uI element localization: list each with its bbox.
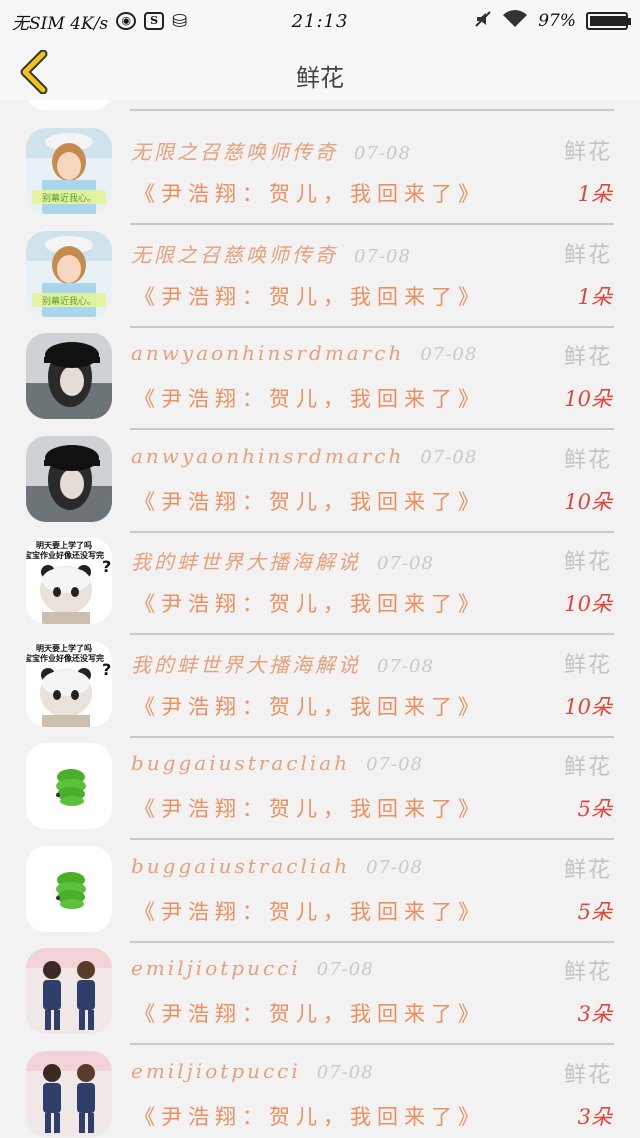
date-text: 07-08 [420, 344, 478, 365]
list-item[interactable]: 别幕近我心。 无限之召慈唤师传奇 07-08 鲜花 《尹浩翔：贺儿，我回来了》 1… [0, 215, 640, 328]
sender-line[interactable]: 无限之召慈唤师传奇 07-08 [131, 239, 411, 268]
sender-name[interactable]: emiljiotpucci [131, 956, 301, 980]
gift-label: 鲜花 [563, 1062, 612, 1088]
svg-text:明天要上学了吗: 明天要上学了吗 [36, 540, 92, 550]
sender-name[interactable]: anwyaonhinsrdmarch [131, 341, 404, 365]
couple-avatar[interactable] [26, 1050, 112, 1137]
list-item[interactable]: buggaiustracliah 07-08 鲜花 《尹浩翔：贺儿，我回来了》 5… [0, 727, 640, 840]
sender-name[interactable]: anwyaonhinsrdmarch [131, 444, 404, 468]
black-cap-avatar[interactable] [26, 333, 112, 419]
svg-text:宝宝作业好像还没写完: 宝宝作业好像还没写完 [26, 550, 104, 560]
message-text: 《尹浩翔：贺儿，我回来了》 [134, 694, 485, 719]
clock: 21:13 [291, 11, 349, 32]
gift-label: 鲜花 [563, 550, 612, 575]
sender-name[interactable]: 无限之召慈唤师传奇 [131, 140, 338, 164]
list-item[interactable]: buggaiustracliah 07-08 鲜花 《尹浩翔：贺儿，我回来了》 5… [0, 830, 640, 943]
gift-label: 鲜花 [563, 345, 612, 370]
date-text: 07-08 [354, 245, 411, 267]
date-text: 07-08 [420, 446, 478, 468]
list-item[interactable]: anwyaonhinsrdmarch 07-08 鲜花 《尹浩翔：贺儿，我回来了》… [0, 420, 640, 533]
gift-label: 鲜花 [563, 755, 612, 780]
svg-text:别幕近我心。: 别幕近我心。 [42, 192, 96, 204]
gift-label: 鲜花 [563, 652, 612, 678]
previous-row-partial [0, 100, 640, 112]
battery-fill [590, 16, 627, 26]
header: 鲜花 [0, 42, 640, 100]
gift-label: 鲜花 [563, 242, 612, 268]
date-text: 07-08 [354, 143, 411, 164]
message-text: 《尹浩翔：贺儿，我回来了》 [134, 284, 485, 309]
green-worm-avatar[interactable] [26, 845, 112, 932]
date-text: 07-08 [316, 1061, 374, 1083]
quantity-text: 10朵 [564, 387, 612, 411]
sender-line[interactable]: buggaiustracliah 07-08 [131, 854, 423, 878]
black-cap-avatar[interactable] [26, 435, 112, 522]
sender-line[interactable]: emiljiotpucci 07-08 [131, 956, 374, 980]
girl-cap-avatar[interactable]: 别幕近我心。 [26, 230, 112, 317]
message-text: 《尹浩翔：贺儿，我回来了》 [134, 899, 485, 924]
date-text: 07-08 [366, 856, 423, 878]
message-text: 《尹浩翔：贺儿，我回来了》 [134, 592, 485, 616]
quantity-text: 10朵 [564, 592, 612, 616]
sender-name[interactable]: buggaiustracliah [131, 751, 350, 775]
quantity-text: 5朵 [577, 899, 612, 924]
sender-line[interactable]: 我的蚌世界大播海解说 07-08 [131, 649, 434, 678]
quantity-text: 1朵 [577, 182, 612, 206]
sender-name[interactable]: buggaiustracliah [131, 854, 350, 878]
panda-meme-avatar[interactable]: 明天要上学了吗 宝宝作业好像还没写完 ? [26, 538, 112, 624]
gift-record-list[interactable]: 别幕近我心。 无限之召慈唤师传奇 07-08 鲜花 《尹浩翔：贺儿，我回来了》 1… [0, 100, 640, 1138]
list-item[interactable]: 明天要上学了吗 宝宝作业好像还没写完 ? 我的蚌世界大播海解说 07-08 鲜花 … [0, 522, 640, 635]
status-bar: 无SIM 4K/s ◉ S ⛁ 21:13 97% [0, 0, 640, 42]
sender-line[interactable]: anwyaonhinsrdmarch 07-08 [131, 341, 477, 365]
avatar [26, 100, 112, 110]
green-worm-avatar[interactable] [26, 743, 112, 829]
battery-icon [586, 12, 631, 30]
quantity-text: 1朵 [577, 284, 612, 309]
list-item[interactable]: 明天要上学了吗 宝宝作业好像还没写完 ? 我的蚌世界大播海解说 07-08 鲜花 … [0, 625, 640, 738]
page-title: 鲜花 [296, 64, 344, 92]
sender-name[interactable]: 我的蚌世界大播海解说 [131, 550, 361, 574]
date-text: 07-08 [377, 655, 434, 677]
gift-label: 鲜花 [563, 857, 612, 883]
sender-name[interactable]: emiljiotpucci [131, 1059, 301, 1083]
message-text: 《尹浩翔：贺儿，我回来了》 [134, 387, 485, 411]
couple-avatar[interactable] [26, 948, 112, 1034]
divider [130, 109, 614, 111]
sender-line[interactable]: anwyaonhinsrdmarch 07-08 [131, 444, 477, 468]
svg-text:宝宝作业好像还没写完: 宝宝作业好像还没写完 [26, 653, 104, 663]
quantity-text: 5朵 [577, 797, 612, 821]
sender-line[interactable]: 无限之召慈唤师传奇 07-08 [131, 136, 411, 165]
message-text: 《尹浩翔：贺儿，我回来了》 [134, 1002, 485, 1026]
quantity-text: 3朵 [577, 1002, 612, 1026]
sender-line[interactable]: 我的蚌世界大播海解说 07-08 [131, 546, 434, 575]
date-text: 07-08 [377, 553, 434, 574]
sender-line[interactable]: emiljiotpucci 07-08 [131, 1059, 374, 1083]
list-item[interactable]: 别幕近我心。 无限之召慈唤师传奇 07-08 鲜花 《尹浩翔：贺儿，我回来了》 1… [0, 112, 640, 225]
sender-name[interactable]: 我的蚌世界大播海解说 [131, 653, 361, 677]
gift-label: 鲜花 [563, 960, 612, 985]
svg-text:?: ? [102, 557, 111, 576]
quantity-text: 10朵 [564, 694, 612, 719]
svg-text:别幕近我心。: 别幕近我心。 [42, 295, 96, 307]
message-text: 《尹浩翔：贺儿，我回来了》 [134, 797, 485, 821]
message-text: 《尹浩翔：贺儿，我回来了》 [134, 1104, 485, 1129]
list-item[interactable]: emiljiotpucci 07-08 鲜花 《尹浩翔：贺儿，我回来了》 3朵 [0, 1035, 640, 1137]
quantity-text: 10朵 [564, 489, 612, 514]
sender-line[interactable]: buggaiustracliah 07-08 [131, 751, 423, 775]
svg-text:?: ? [102, 660, 111, 679]
message-text: 《尹浩翔：贺儿，我回来了》 [134, 182, 485, 206]
gift-label: 鲜花 [563, 447, 612, 473]
svg-text:明天要上学了吗: 明天要上学了吗 [36, 643, 92, 653]
date-text: 07-08 [316, 959, 374, 980]
sender-name[interactable]: 无限之召慈唤师传奇 [131, 243, 338, 267]
message-text: 《尹浩翔：贺儿，我回来了》 [134, 489, 485, 514]
quantity-text: 3朵 [577, 1104, 612, 1129]
gift-label: 鲜花 [563, 140, 612, 165]
panda-meme-avatar[interactable]: 明天要上学了吗 宝宝作业好像还没写完 ? [26, 640, 112, 727]
list-item[interactable]: anwyaonhinsrdmarch 07-08 鲜花 《尹浩翔：贺儿，我回来了》… [0, 317, 640, 430]
list-item[interactable]: emiljiotpucci 07-08 鲜花 《尹浩翔：贺儿，我回来了》 3朵 [0, 932, 640, 1045]
girl-cap-avatar[interactable]: 别幕近我心。 [26, 128, 112, 214]
date-text: 07-08 [366, 754, 423, 775]
